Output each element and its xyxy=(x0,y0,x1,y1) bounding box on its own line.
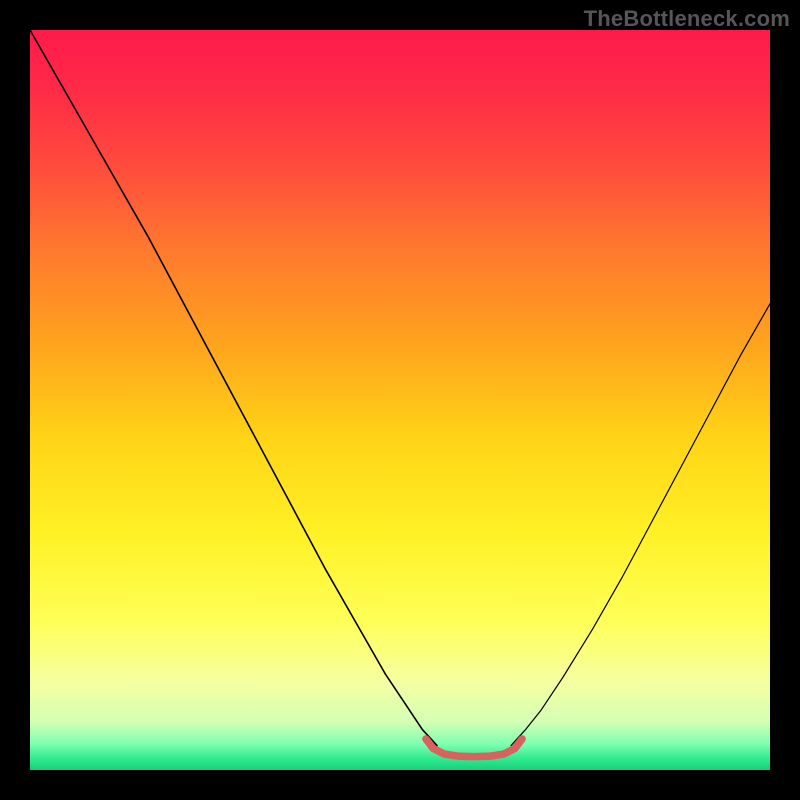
chart-svg xyxy=(30,30,770,770)
chart-frame: TheBottleneck.com xyxy=(0,0,800,800)
gradient-background xyxy=(30,30,770,770)
watermark-label: TheBottleneck.com xyxy=(584,6,790,32)
plot-area xyxy=(30,30,770,770)
